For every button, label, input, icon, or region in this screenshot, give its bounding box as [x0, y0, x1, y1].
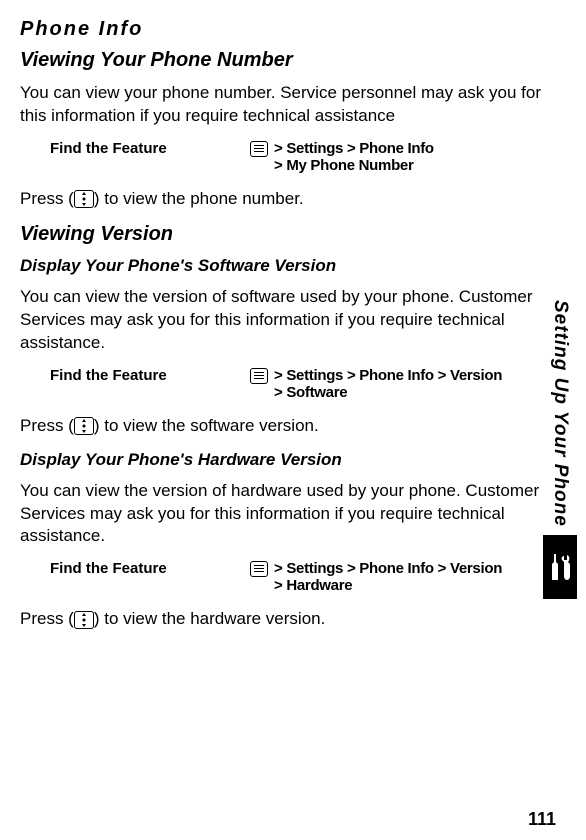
press-text-after-hw: ) to view the hardware version. — [94, 609, 326, 628]
feature-path-sw-line1: > Settings > Phone Info > Version — [274, 367, 502, 384]
press-text-before-sw: Press ( — [20, 416, 74, 435]
right-sidebar: Setting Up Your Phone — [544, 300, 576, 599]
find-feature-hardware: Find the Feature > Settings > Phone Info… — [20, 560, 546, 594]
section-title: Phone Info — [20, 18, 546, 41]
viewing-phone-number-title: Viewing Your Phone Number — [20, 49, 546, 72]
viewing-version-title: Viewing Version — [20, 223, 546, 246]
press-phone-number: Press ( ) to view the phone number. — [20, 188, 546, 211]
sidebar-chapter-label: Setting Up Your Phone — [549, 300, 571, 527]
find-feature-label-hw: Find the Feature — [20, 560, 250, 577]
software-version-title: Display Your Phone's Software Version — [20, 256, 546, 276]
software-version-body: You can view the version of software use… — [20, 286, 546, 355]
find-feature-label-sw: Find the Feature — [20, 367, 250, 384]
hardware-version-title: Display Your Phone's Hardware Version — [20, 450, 546, 470]
feature-path-line2: > My Phone Number — [274, 157, 434, 174]
find-feature-label: Find the Feature — [20, 140, 250, 157]
tools-icon — [548, 552, 572, 582]
nav-icon — [74, 417, 94, 435]
press-hardware-version: Press ( ) to view the hardware version. — [20, 608, 546, 631]
feature-path-line1: > Settings > Phone Info — [274, 140, 434, 157]
find-feature-software: Find the Feature > Settings > Phone Info… — [20, 367, 546, 401]
page-number: 111 — [528, 809, 556, 830]
feature-path-hw-line1: > Settings > Phone Info > Version — [274, 560, 502, 577]
sidebar-icon-box — [543, 535, 577, 599]
menu-icon — [250, 561, 268, 577]
nav-icon — [74, 190, 94, 208]
find-feature-phone-number: Find the Feature > Settings > Phone Info… — [20, 140, 546, 174]
press-text-after: ) to view the phone number. — [94, 189, 304, 208]
phone-number-body: You can view your phone number. Service … — [20, 82, 546, 128]
press-software-version: Press ( ) to view the software version. — [20, 415, 546, 438]
press-text-before-hw: Press ( — [20, 609, 74, 628]
menu-icon — [250, 141, 268, 157]
nav-icon — [74, 611, 94, 629]
menu-icon — [250, 368, 268, 384]
press-text-before: Press ( — [20, 189, 74, 208]
feature-path-hw-line2: > Hardware — [274, 577, 502, 594]
hardware-version-body: You can view the version of hardware use… — [20, 480, 546, 549]
feature-path-sw-line2: > Software — [274, 384, 502, 401]
press-text-after-sw: ) to view the software version. — [94, 416, 319, 435]
